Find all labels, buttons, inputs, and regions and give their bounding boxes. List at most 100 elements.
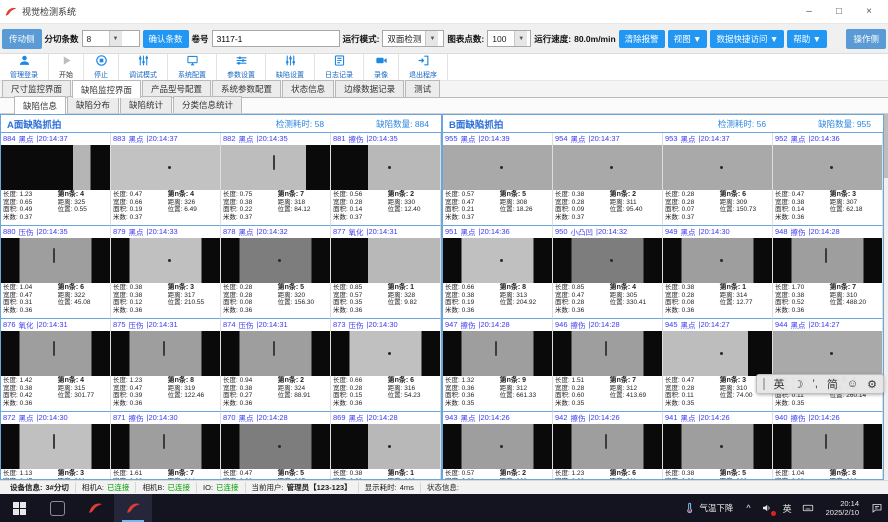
defect-thumbnail[interactable] xyxy=(221,331,330,376)
operate-side-button[interactable]: 操作侧 xyxy=(846,29,886,49)
defect-cell[interactable]: 941 黑点 |20:14:26 长度: 0.38 宽度: 0.28 面积: 0… xyxy=(663,412,773,479)
defect-thumbnail[interactable] xyxy=(1,238,110,283)
defect-cell[interactable]: 869 黑点 |20:14:28 长度: 0.38 宽度: 0.38 面积: 0… xyxy=(331,412,441,479)
defect-thumbnail[interactable] xyxy=(1,331,110,376)
defect-cell[interactable]: 952 黑点 |20:14:36 长度: 0.47 宽度: 0.38 面积: 0… xyxy=(773,133,883,226)
ime-charset[interactable]: 简 xyxy=(827,376,838,392)
defect-thumbnail[interactable] xyxy=(221,145,330,190)
defect-thumbnail[interactable] xyxy=(111,424,220,469)
defect-cell[interactable]: 948 擦伤 |20:14:28 长度: 1.70 宽度: 0.38 面积: 0… xyxy=(773,226,883,319)
weather-widget[interactable]: 气温下降 xyxy=(675,494,741,522)
defect-thumbnail[interactable] xyxy=(553,238,662,283)
defect-cell[interactable]: 873 压伤 |20:14:30 长度: 0.66 宽度: 0.28 面积: 0… xyxy=(331,319,441,412)
action-user-button[interactable]: 管理登录 xyxy=(0,54,49,80)
defect-thumbnail[interactable] xyxy=(1,424,110,469)
defect-thumbnail[interactable] xyxy=(221,238,330,283)
scrollbar-thumb[interactable] xyxy=(884,114,888,178)
view-menu-button[interactable]: 视图 ▼ xyxy=(668,30,708,48)
defect-thumbnail[interactable] xyxy=(221,424,330,469)
ime-language-indicator[interactable]: 英 xyxy=(778,494,797,522)
defect-thumbnail[interactable] xyxy=(111,145,220,190)
main-tab-4[interactable]: 状态信息 xyxy=(282,80,334,97)
ime-emoji[interactable]: ☺ xyxy=(847,378,858,390)
taskbar-app-icon[interactable] xyxy=(38,494,76,522)
defect-cell[interactable]: 878 黑点 |20:14:32 长度: 0.28 宽度: 0.28 面积: 0… xyxy=(221,226,331,319)
run-mode-select[interactable]: 双面检测▼ xyxy=(382,30,444,47)
defect-thumbnail[interactable] xyxy=(553,424,662,469)
slit-count-select[interactable]: 8▼ xyxy=(82,30,140,47)
defect-thumbnail[interactable] xyxy=(553,145,662,190)
drive-side-button[interactable]: 传动侧 xyxy=(2,29,42,49)
defect-thumbnail[interactable] xyxy=(663,238,772,283)
defect-cell[interactable]: 944 黑点 |20:14:27 长度: 0.28 宽度: 0.28 面积: 0… xyxy=(773,319,883,412)
defect-cell[interactable]: 884 黑点 |20:14:37 长度: 1.23 宽度: 0.65 面积: 0… xyxy=(1,133,111,226)
action-system-button[interactable]: 系统配置 xyxy=(168,54,217,80)
defect-thumbnail[interactable] xyxy=(443,238,552,283)
clear-alarm-button[interactable]: 清除报警 xyxy=(619,30,665,48)
defect-thumbnail[interactable] xyxy=(1,145,110,190)
ime-settings[interactable]: ⚙ xyxy=(867,378,877,391)
defect-cell[interactable]: 883 黑点 |20:14:37 长度: 0.47 宽度: 0.66 面积: 0… xyxy=(111,133,221,226)
action-center-icon[interactable] xyxy=(866,494,888,522)
defect-cell[interactable]: 879 黑点 |20:14:33 长度: 0.38 宽度: 0.38 面积: 0… xyxy=(111,226,221,319)
sub-tab-0[interactable]: 缺陷信息 xyxy=(14,96,66,114)
help-menu-button[interactable]: 帮助 ▼ xyxy=(787,30,827,48)
action-defect-button[interactable]: 缺陷设置 xyxy=(266,54,315,80)
defect-cell[interactable]: 943 黑点 |20:14:26 长度: 0.57 宽度: 0.38 面积: 0… xyxy=(443,412,553,479)
main-tab-3[interactable]: 系统参数配置 xyxy=(212,80,281,97)
start-button[interactable] xyxy=(0,494,38,522)
defect-cell[interactable]: 954 黑点 |20:14:37 长度: 0.38 宽度: 0.28 面积: 0… xyxy=(553,133,663,226)
main-tab-2[interactable]: 产品型号配置 xyxy=(142,80,211,97)
defect-thumbnail[interactable] xyxy=(663,424,772,469)
defect-thumbnail[interactable] xyxy=(553,331,662,376)
data-quick-access-button[interactable]: 数据快捷访问 ▼ xyxy=(710,30,784,48)
defect-cell[interactable]: 871 擦伤 |20:14:30 长度: 1.61 宽度: 0.38 面积: 0… xyxy=(111,412,221,479)
defect-thumbnail[interactable] xyxy=(331,424,440,469)
defect-cell[interactable]: 955 黑点 |20:14:39 长度: 0.57 宽度: 0.47 面积: 0… xyxy=(443,133,553,226)
action-debug-button[interactable]: 调试模式 xyxy=(119,54,168,80)
action-camera-button[interactable]: 录像 xyxy=(364,54,399,80)
ime-halfwidth[interactable]: ☽ xyxy=(794,378,804,391)
action-params-button[interactable]: 参数设置 xyxy=(217,54,266,80)
ime-drag-handle[interactable] xyxy=(763,378,765,390)
sub-tab-3[interactable]: 分类信息统计 xyxy=(173,96,242,113)
action-log-button[interactable]: 日志记录 xyxy=(315,54,364,80)
defect-cell[interactable]: 872 黑点 |20:14:30 长度: 1.13 宽度: 0.47 面积: 0… xyxy=(1,412,111,479)
taskbar-detection-app-icon[interactable] xyxy=(76,494,114,522)
taskbar-detection-app-icon-active[interactable] xyxy=(114,494,152,522)
chart-points-select[interactable]: 100▼ xyxy=(487,30,531,47)
defect-thumbnail[interactable] xyxy=(773,238,882,283)
main-tab-6[interactable]: 测试 xyxy=(405,80,440,97)
main-tab-0[interactable]: 尺寸监控界面 xyxy=(2,80,71,97)
defect-thumbnail[interactable] xyxy=(773,424,882,469)
action-stop-button[interactable]: 停止 xyxy=(84,54,119,80)
tray-expand-button[interactable]: ^ xyxy=(741,494,755,522)
defect-thumbnail[interactable] xyxy=(773,331,882,376)
ime-lang[interactable]: 英 xyxy=(774,376,785,392)
action-exit-button[interactable]: 退出程序 xyxy=(399,54,448,80)
defect-cell[interactable]: 950 小凸凹 |20:14:32 长度: 0.85 宽度: 0.47 面积: … xyxy=(553,226,663,319)
defect-cell[interactable]: 949 黑点 |20:14:30 长度: 0.38 宽度: 0.28 面积: 0… xyxy=(663,226,773,319)
defect-cell[interactable]: 874 压伤 |20:14:31 长度: 0.94 宽度: 0.38 面积: 0… xyxy=(221,319,331,412)
defect-cell[interactable]: 877 氧化 |20:14:31 长度: 0.85 宽度: 0.57 面积: 0… xyxy=(331,226,441,319)
defect-cell[interactable]: 881 擦伤 |20:14:35 长度: 0.56 宽度: 0.28 面积: 0… xyxy=(331,133,441,226)
sub-tab-1[interactable]: 缺陷分布 xyxy=(67,96,119,113)
main-tab-5[interactable]: 边缘数据记录 xyxy=(335,80,404,97)
confirm-count-button[interactable]: 确认条数 xyxy=(143,30,189,48)
defect-thumbnail[interactable] xyxy=(111,238,220,283)
close-button[interactable]: × xyxy=(854,2,884,22)
defect-cell[interactable]: 942 擦伤 |20:14:26 长度: 1.23 宽度: 0.28 面积: 0… xyxy=(553,412,663,479)
defect-thumbnail[interactable] xyxy=(111,331,220,376)
defect-cell[interactable]: 940 擦伤 |20:14:26 长度: 1.04 宽度: 0.38 面积: 0… xyxy=(773,412,883,479)
defect-thumbnail[interactable] xyxy=(663,331,772,376)
defect-cell[interactable]: 953 黑点 |20:14:37 长度: 0.28 宽度: 0.28 面积: 0… xyxy=(663,133,773,226)
defect-thumbnail[interactable] xyxy=(331,145,440,190)
defect-cell[interactable]: 880 压伤 |20:14:35 长度: 1.04 宽度: 0.47 面积: 0… xyxy=(1,226,111,319)
main-tab-1[interactable]: 缺陷监控界面 xyxy=(72,80,141,98)
defect-cell[interactable]: 951 黑点 |20:14:36 长度: 0.66 宽度: 0.38 面积: 0… xyxy=(443,226,553,319)
defect-thumbnail[interactable] xyxy=(443,145,552,190)
ime-punct[interactable]: ’, xyxy=(812,378,818,390)
vertical-scrollbar[interactable] xyxy=(884,114,888,480)
defect-thumbnail[interactable] xyxy=(331,331,440,376)
touch-keyboard-icon[interactable] xyxy=(797,494,819,522)
